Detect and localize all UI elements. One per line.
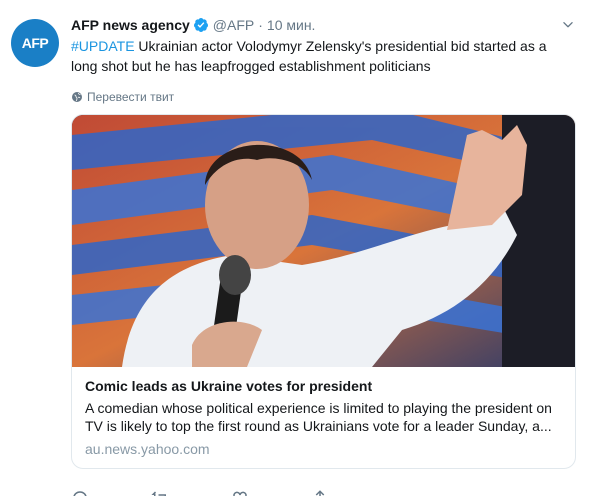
- tweet-text: #UPDATE Ukrainian actor Volodymyr Zelens…: [71, 36, 571, 76]
- heart-icon: [233, 491, 247, 496]
- card-description: A comedian whose political experience is…: [85, 400, 552, 434]
- globe-icon: [72, 92, 82, 102]
- card-title: Comic leads as Ukraine votes for preside…: [85, 378, 373, 394]
- reply-button[interactable]: [71, 489, 151, 496]
- translate-label: Перевести твит: [87, 90, 175, 104]
- retweet-button[interactable]: [151, 489, 231, 496]
- hashtag-link[interactable]: #UPDATE: [71, 38, 135, 54]
- tweet-body: Ukrainian actor Volodymyr Zelensky's pre…: [71, 38, 547, 74]
- link-card[interactable]: Comic leads as Ukraine votes for preside…: [71, 114, 576, 469]
- reply-icon: [73, 491, 87, 496]
- account-name[interactable]: AFP news agency: [71, 15, 190, 35]
- like-button[interactable]: [231, 489, 311, 496]
- translate-tweet-link[interactable]: Перевести твит: [71, 89, 575, 105]
- tweet-time[interactable]: 10 мин.: [267, 15, 316, 35]
- tweet-actions: [71, 489, 391, 496]
- card-body: Comic leads as Ukraine votes for preside…: [72, 367, 575, 458]
- card-photo: [72, 115, 575, 367]
- separator-dot: ·: [258, 17, 263, 33]
- retweet-icon: [151, 491, 166, 496]
- avatar-logo-text: AFP: [21, 35, 49, 51]
- share-button[interactable]: [311, 489, 391, 496]
- avatar[interactable]: AFP: [11, 19, 59, 67]
- account-handle[interactable]: @AFP: [213, 15, 254, 35]
- tweet-header: AFP news agency @AFP · 10 мин.: [71, 15, 575, 35]
- chevron-down-icon[interactable]: [561, 18, 575, 32]
- tweet-content: AFP news agency @AFP · 10 мин. #UPDATE U…: [71, 15, 576, 496]
- card-image: [72, 115, 575, 367]
- verified-badge-icon: [193, 18, 208, 32]
- share-icon: [315, 490, 325, 496]
- tweet[interactable]: AFP AFP news agency @AFP · 10 мин. #UPDA…: [0, 0, 589, 496]
- card-domain: au.news.yahoo.com: [85, 441, 210, 457]
